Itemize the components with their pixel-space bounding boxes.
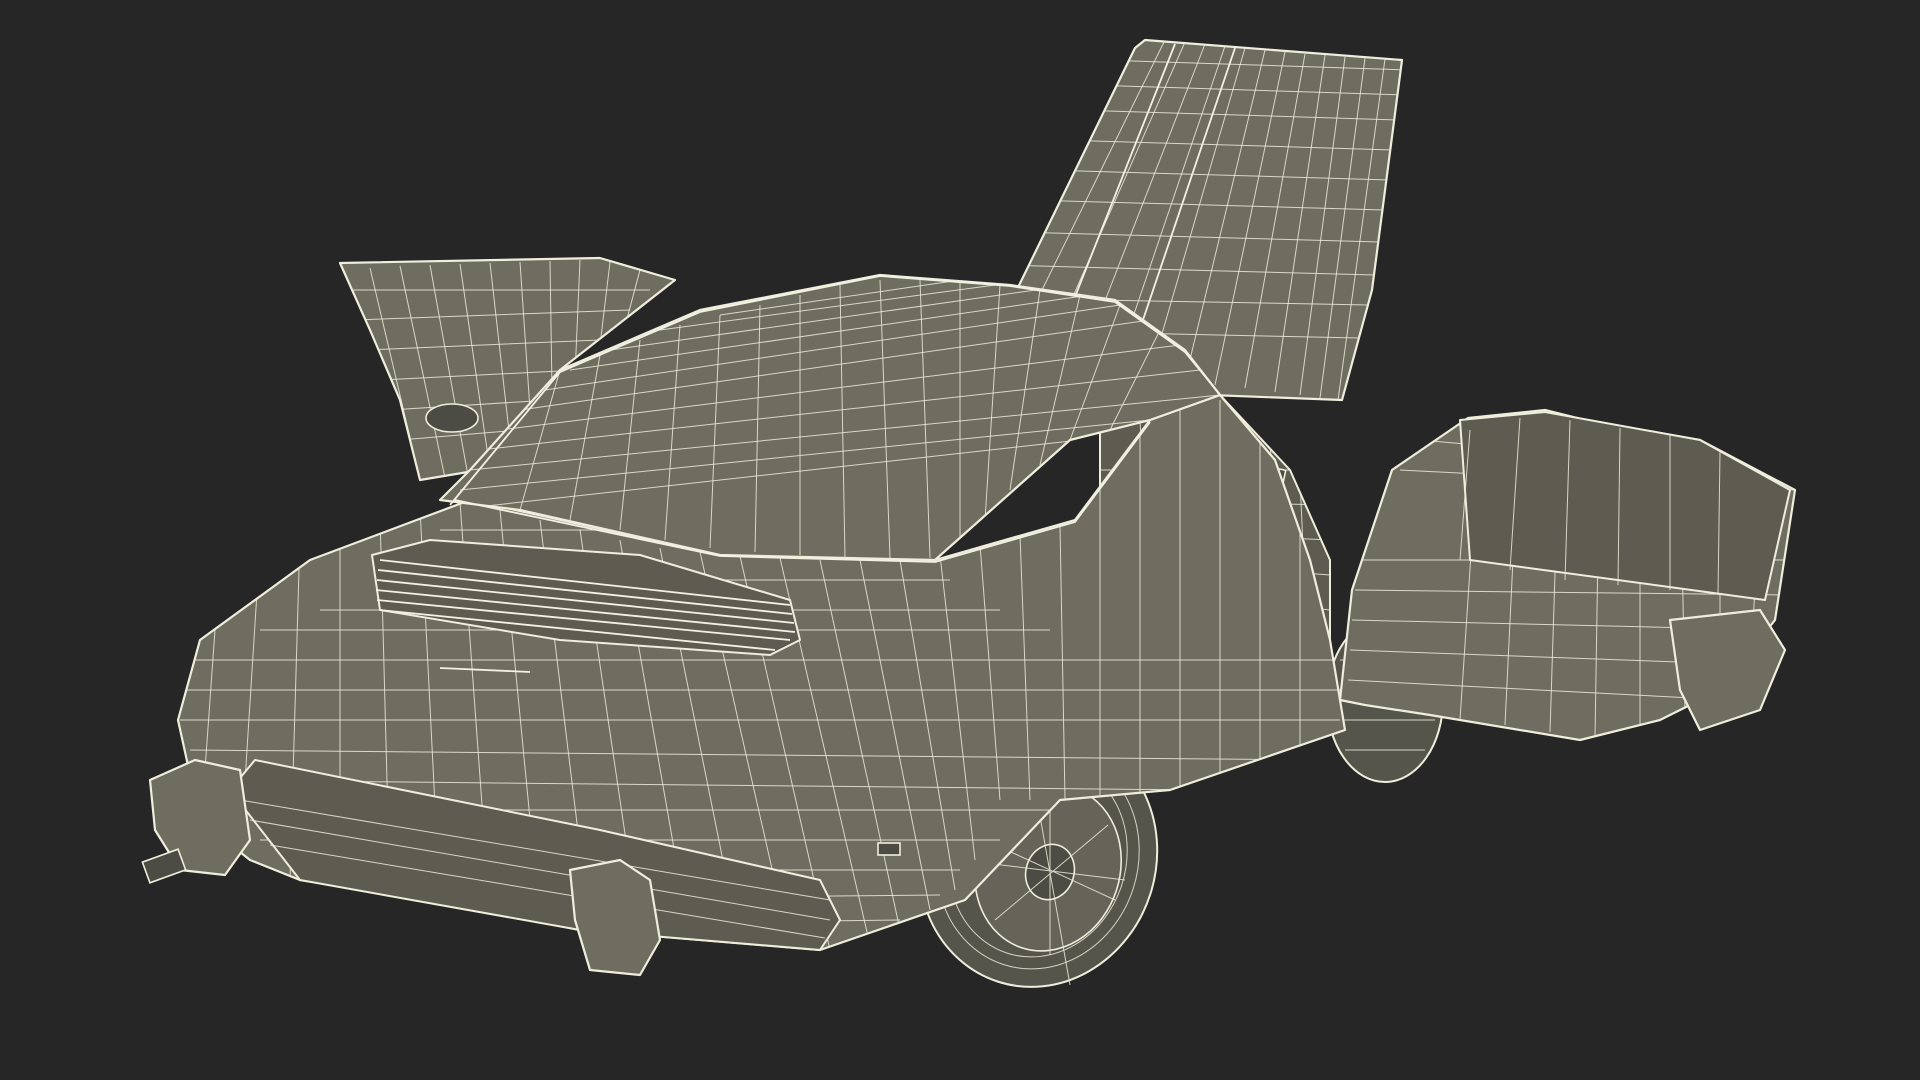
right-door-panel: [1338, 408, 1797, 742]
exhaust-pipe: [141, 848, 187, 884]
wireframe-car-model: [141, 38, 1797, 988]
render-viewport: [0, 0, 1920, 1080]
